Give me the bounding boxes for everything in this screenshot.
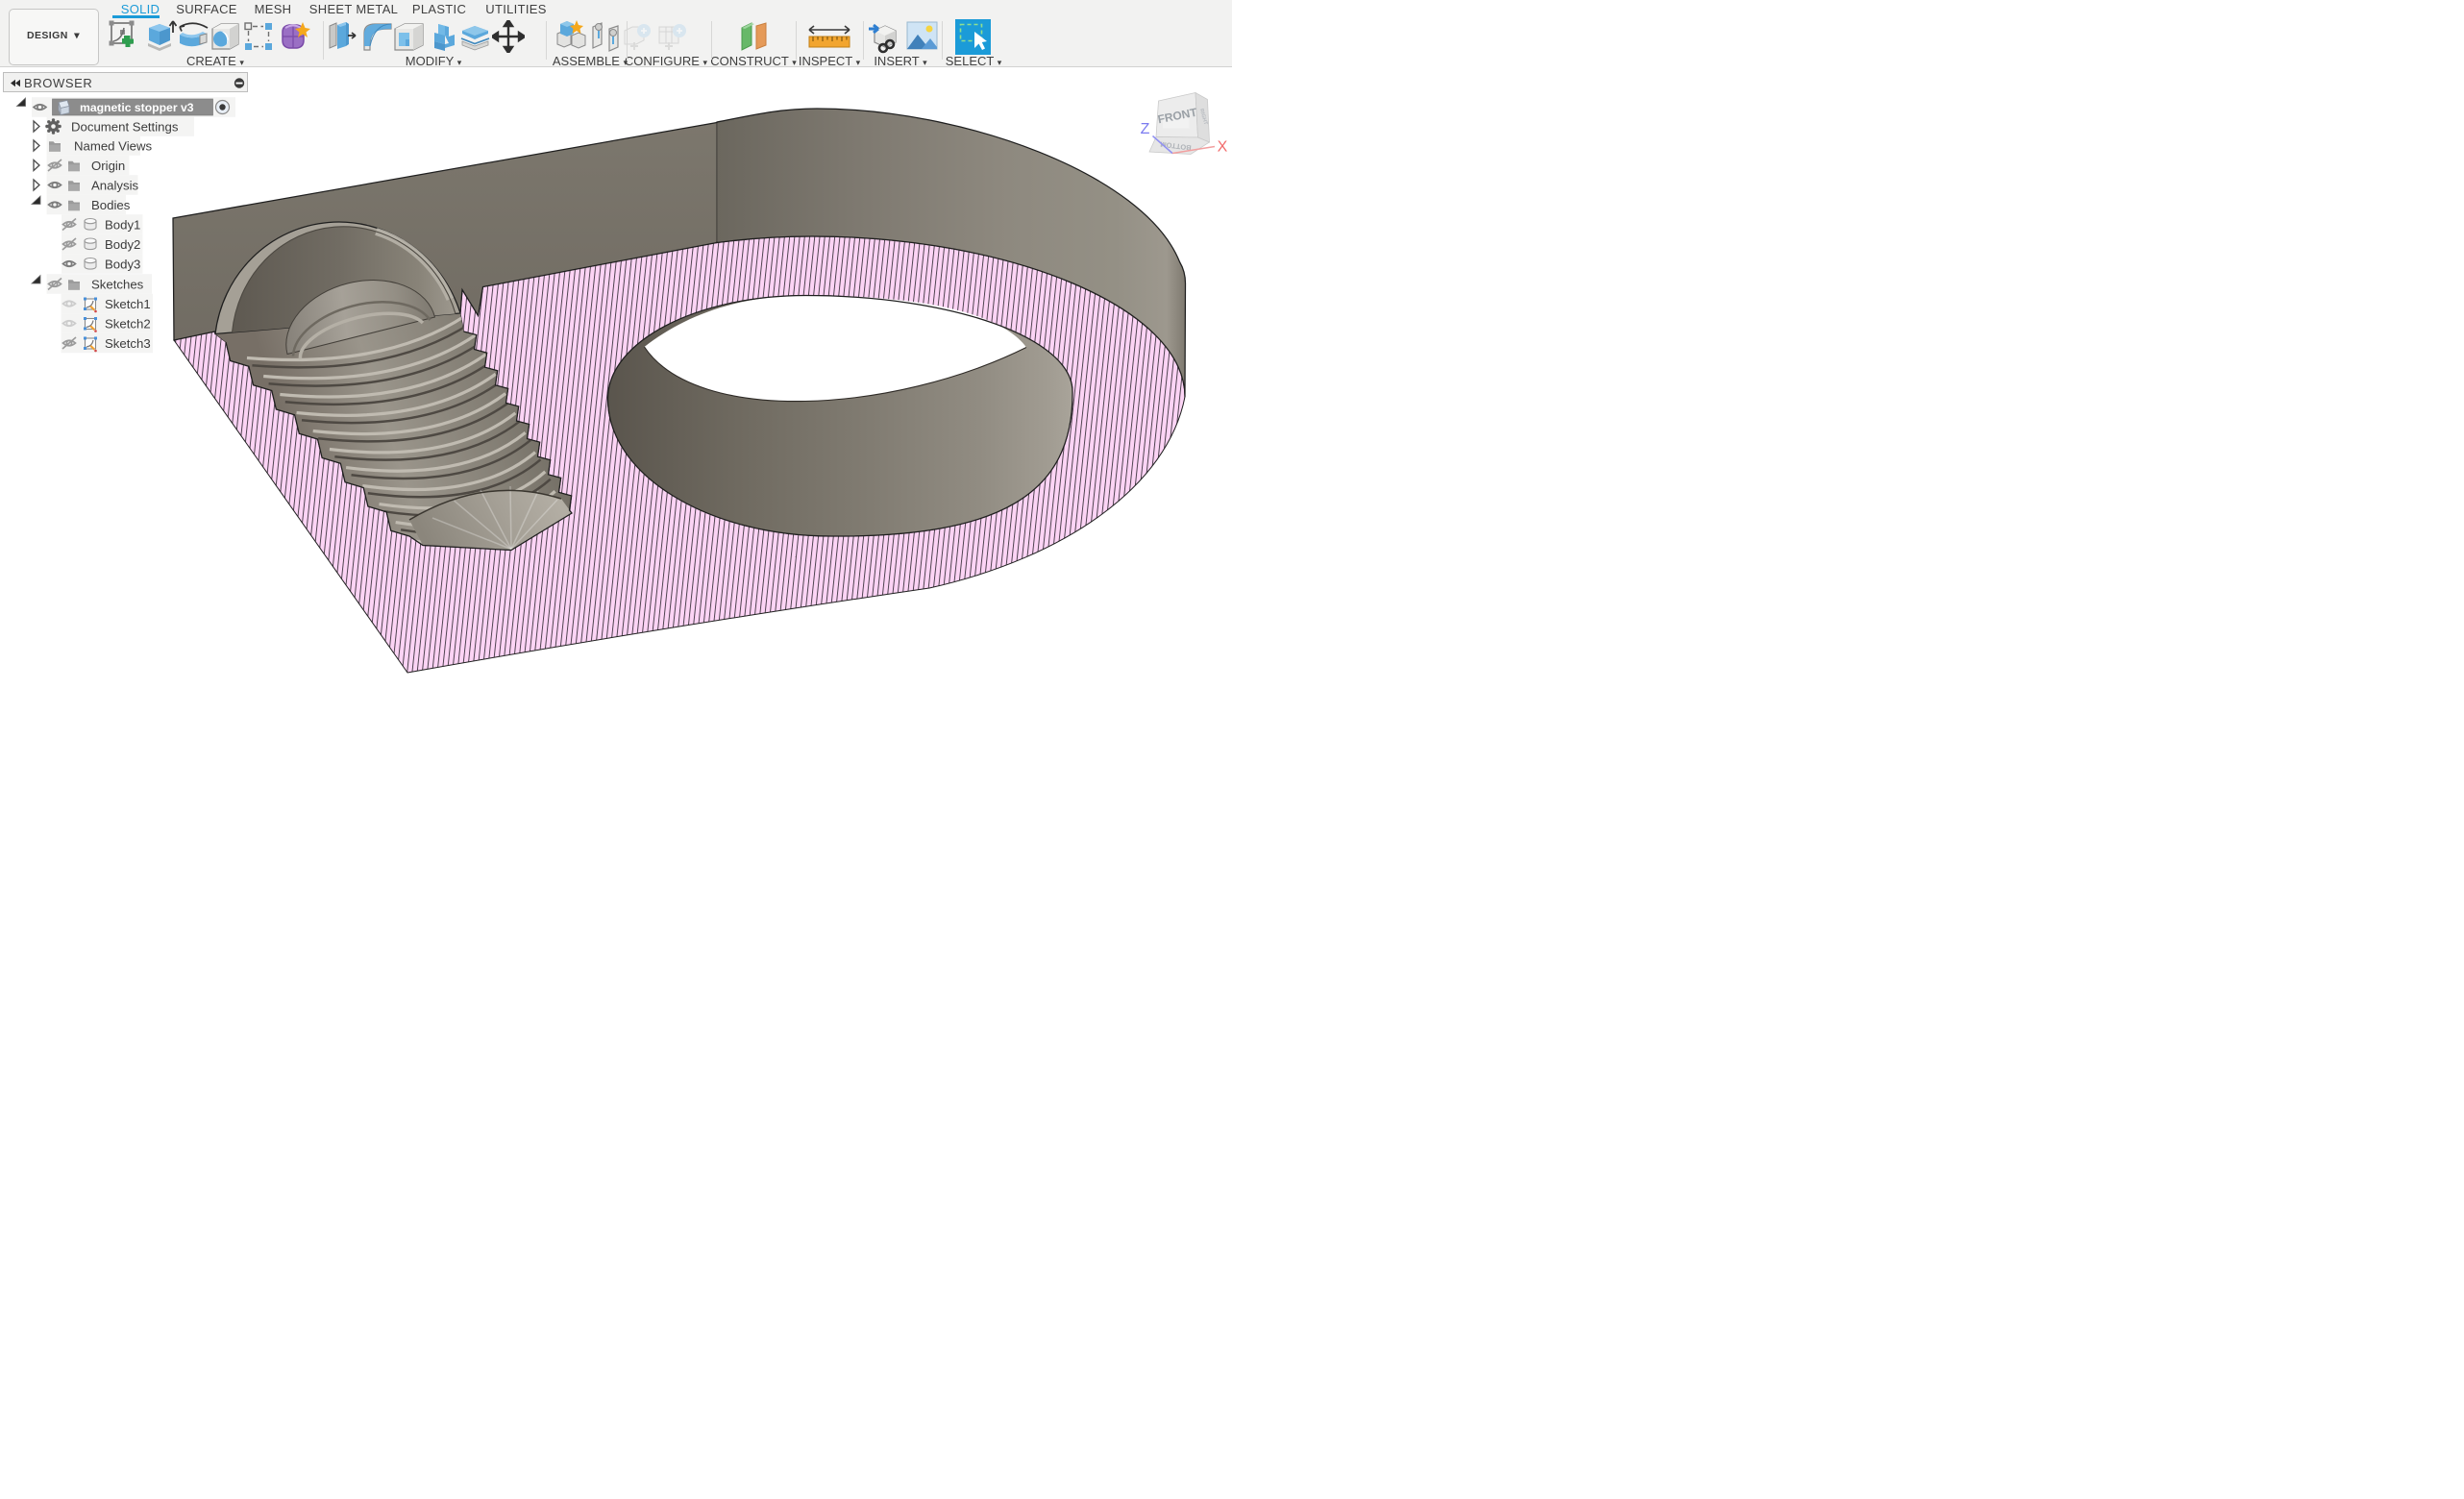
svg-text:Body1: Body1 <box>105 217 140 232</box>
svg-text:Bodies: Bodies <box>91 198 131 212</box>
svg-text:X: X <box>1218 139 1228 156</box>
svg-text:Sketch3: Sketch3 <box>105 336 151 351</box>
svg-text:magnetic stopper v3: magnetic stopper v3 <box>80 101 194 114</box>
svg-text:Origin: Origin <box>91 159 125 173</box>
svg-text:Document Settings: Document Settings <box>71 119 179 134</box>
svg-text:Sketch2: Sketch2 <box>105 316 151 331</box>
svg-text:Named Views: Named Views <box>74 138 153 153</box>
svg-text:Sketch1: Sketch1 <box>105 297 151 311</box>
svg-text:Z: Z <box>1141 121 1150 137</box>
svg-text:Body2: Body2 <box>105 237 140 252</box>
svg-text:Sketches: Sketches <box>91 277 144 291</box>
svg-text:Body3: Body3 <box>105 257 140 271</box>
svg-text:Analysis: Analysis <box>91 178 139 192</box>
